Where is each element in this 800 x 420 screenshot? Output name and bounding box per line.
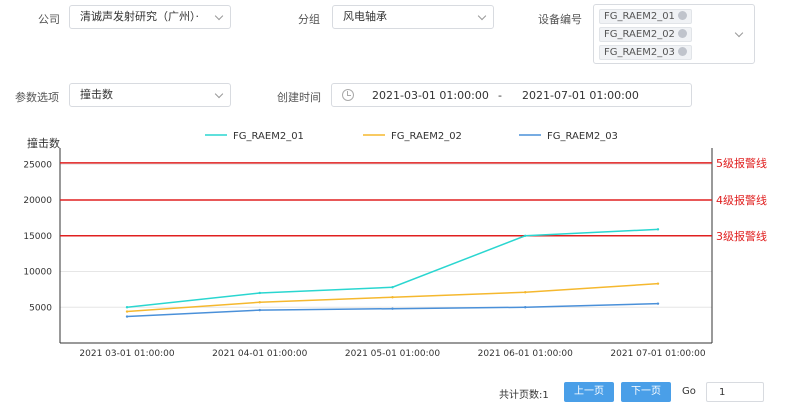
data-point (391, 296, 394, 299)
company-select-value: 清诚声发射研究（广州）· (80, 10, 199, 23)
group-label: 分组 (298, 13, 320, 26)
device-tag-label: FG_RAEM2_01 (604, 11, 675, 22)
data-point (656, 302, 660, 305)
time-label: 创建时间 (277, 91, 321, 104)
x-tick-label: 2021 07-01 01:00:00 (610, 349, 705, 359)
data-point (524, 234, 527, 237)
line-chart: 5000 10000 15000 20000 25000 撞击数 2021 03-01 01… (23, 131, 767, 359)
param-select-value: 撞击数 (80, 88, 113, 101)
close-icon[interactable] (677, 29, 687, 38)
total-pages: 共计页数:1 (499, 390, 549, 401)
alarm-line-label: 4级报警线 (716, 193, 767, 207)
group-select-value: 风电轴承 (343, 10, 387, 23)
device-label: 设备编号 (538, 13, 582, 26)
y-tick-label: 15000 (23, 232, 52, 242)
device-tag[interactable]: FG_RAEM2_03 (599, 45, 692, 60)
company-label: 公司 (38, 13, 60, 26)
date-range-picker[interactable]: 2021-03-01 01:00:00 - 2021-07-01 01:00:0… (331, 83, 692, 107)
x-tick-label: 2021 06-01 01:00:00 (478, 349, 573, 359)
device-tag[interactable]: FG_RAEM2_02 (599, 27, 692, 42)
legend-label: FG_RAEM2_02 (391, 131, 462, 142)
data-point (258, 291, 261, 295)
param-label: 参数选项 (15, 91, 59, 104)
y-tick-label: 25000 (23, 160, 52, 170)
company-select[interactable]: 清诚声发射研究（广州）· (69, 5, 231, 29)
device-tag[interactable]: FG_RAEM2_01 (599, 9, 692, 24)
data-point (258, 301, 261, 304)
chevron-down-icon (477, 11, 487, 21)
close-icon[interactable] (677, 47, 687, 56)
end-date[interactable]: 2021-07-01 01:00:00 (522, 89, 639, 102)
chevron-down-icon (214, 11, 224, 21)
chevron-down-icon[interactable] (734, 28, 744, 38)
page-number-input[interactable] (706, 382, 764, 402)
data-point (391, 286, 394, 289)
x-tick-label: 2021 04-01 01:00:00 (212, 349, 307, 359)
data-point (391, 307, 394, 310)
alarm-line-label: 5级报警线 (716, 156, 767, 170)
device-multiselect[interactable]: FG_RAEM2_01 FG_RAEM2_02 FG_RAEM2_03 (593, 4, 755, 64)
data-point (258, 308, 261, 312)
data-point (656, 228, 660, 231)
start-date[interactable]: 2021-03-01 01:00:00 (372, 89, 489, 102)
data-point (524, 291, 527, 294)
legend-label: FG_RAEM2_01 (233, 131, 304, 142)
clock-icon (342, 89, 354, 101)
data-point (524, 306, 527, 309)
group-select[interactable]: 风电轴承 (332, 5, 494, 29)
param-select[interactable]: 撞击数 (69, 83, 231, 107)
alarm-line-label: 3级报警线 (716, 229, 767, 243)
legend-label: FG_RAEM2_03 (547, 131, 618, 142)
data-point (125, 306, 129, 309)
x-tick-label: 2021 03-01 01:00:00 (79, 349, 174, 359)
y-tick-label: 20000 (23, 196, 52, 206)
device-tag-label: FG_RAEM2_02 (604, 29, 675, 40)
data-point (656, 282, 660, 285)
next-page-button[interactable]: 下一页 (621, 382, 671, 402)
y-tick-label: 10000 (23, 268, 52, 278)
close-icon[interactable] (677, 11, 687, 20)
go-label: Go (682, 386, 696, 397)
data-point (125, 315, 129, 318)
y-tick-label: 5000 (29, 303, 52, 313)
series-line (126, 228, 659, 309)
device-tag-label: FG_RAEM2_03 (604, 47, 675, 58)
data-point (125, 310, 129, 313)
x-tick-label: 2021 05-01 01:00:00 (345, 349, 440, 359)
prev-page-button[interactable]: 上一页 (564, 382, 614, 402)
y-axis-label: 撞击数 (27, 136, 60, 150)
chevron-down-icon (214, 89, 224, 99)
date-separator: - (498, 89, 502, 102)
